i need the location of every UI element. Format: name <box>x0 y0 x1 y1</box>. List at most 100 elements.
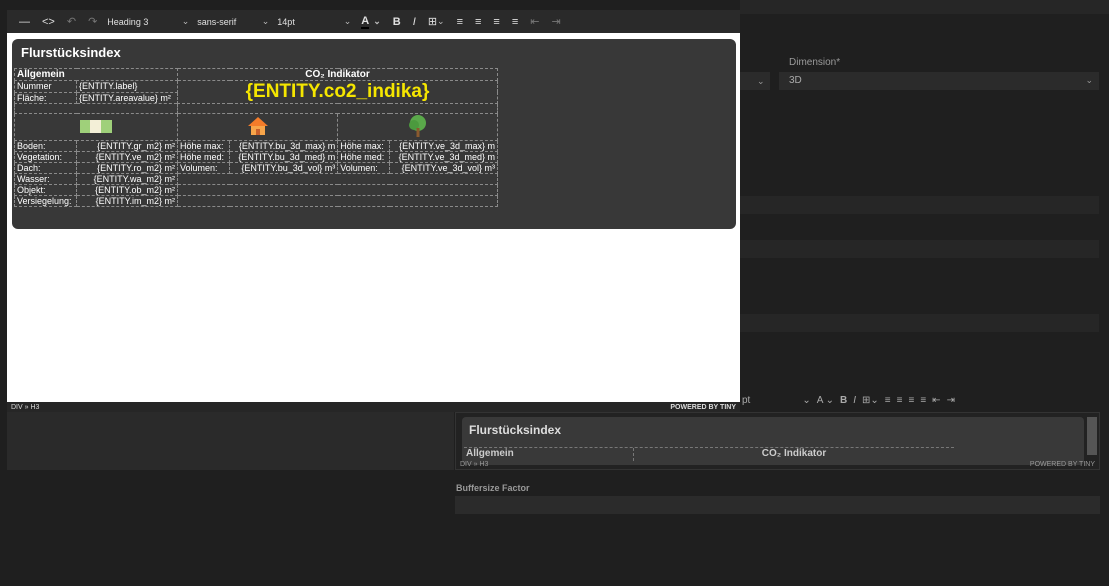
indent-icon[interactable]: ⇥ <box>947 395 955 406</box>
font-family-value: sans-serif <box>197 16 237 27</box>
powered-by-link[interactable]: POWERED BY TINY <box>670 404 736 411</box>
chevron-down-icon: ⌄ <box>181 16 190 26</box>
lower-left-panel <box>7 412 454 470</box>
spacer-cell <box>177 103 498 114</box>
map-icon <box>80 120 112 133</box>
background-field[interactable] <box>740 314 1099 332</box>
empty-cell <box>177 195 498 207</box>
card-title: Flurstücksindex <box>21 45 121 60</box>
mini-general-label: Allgemein <box>464 448 634 461</box>
tree-icon <box>408 115 426 137</box>
table-icon[interactable]: ⊞⌄ <box>422 10 451 33</box>
bold-button[interactable]: B <box>387 10 407 33</box>
block-format-select[interactable]: Heading 3 ⌄ <box>103 10 193 33</box>
row-value: {ENTITY.gr_m2} m² <box>76 140 178 152</box>
building-value: {ENTITY.bu_3d_max} m <box>229 140 339 152</box>
row-label: Versiegelung: <box>13 195 78 207</box>
align-justify-icon[interactable]: ≡ <box>506 10 524 33</box>
vegetation-value: {ENTITY.ve_3d_med} m <box>389 151 498 163</box>
section-general: Allgemein <box>14 68 178 81</box>
outdent-icon[interactable]: ⇤ <box>524 10 545 33</box>
block-format-value: Heading 3 <box>107 16 149 27</box>
house-icon-cell <box>176 113 339 141</box>
align-left-icon[interactable]: ≡ <box>885 395 891 406</box>
row-value: {ENTITY.wa_m2} m² <box>76 173 178 185</box>
mini-powered-by[interactable]: POWERED BY TINY <box>1030 461 1095 471</box>
flurstuecksindex-card: Flurstücksindex Allgemein CO₂ Indikator … <box>12 39 736 229</box>
buffersize-label: Buffersize Factor <box>456 483 530 493</box>
editor-toolbar-secondary: pt ⌄ A ⌄ B I ⊞⌄ ≡ ≡ ≡ ≡ ⇤ ⇥ <box>740 390 1099 410</box>
chevron-down-icon: ⌄ <box>261 16 270 26</box>
dimension-select[interactable]: 3D ⌄ <box>779 72 1099 90</box>
align-left-icon[interactable]: ≡ <box>451 10 469 33</box>
align-right-icon[interactable]: ≡ <box>908 395 914 406</box>
building-value: {ENTITY.bu_3d_med} m <box>229 151 339 163</box>
vegetation-value: {ENTITY.ve_3d_max} m <box>389 140 498 152</box>
vegetation-label: Höhe max: <box>337 140 391 152</box>
font-size-select[interactable]: pt <box>742 395 750 406</box>
italic-button[interactable]: I <box>407 10 422 33</box>
empty-cell <box>177 184 498 196</box>
dimension-value: 3D <box>789 75 802 86</box>
mini-card-title: Flurstücksindex <box>469 423 562 437</box>
align-center-icon[interactable]: ≡ <box>897 395 903 406</box>
italic-button[interactable]: I <box>853 395 856 406</box>
map-icon-cell <box>14 113 178 141</box>
align-center-icon[interactable]: ≡ <box>469 10 487 33</box>
chevron-down-icon: ⌄ <box>373 16 381 26</box>
chevron-down-icon: ⌄ <box>343 16 352 26</box>
horizontal-line-icon[interactable]: — <box>13 10 36 33</box>
row-label: Boden: <box>13 140 78 152</box>
chevron-down-icon[interactable]: ⌄ <box>802 395 810 406</box>
text-color-button[interactable]: A ⌄ <box>355 10 387 33</box>
element-path[interactable]: DIV » H3 <box>11 404 39 411</box>
building-label: Volumen: <box>176 162 231 174</box>
background-field[interactable] <box>740 196 1099 214</box>
undo-icon[interactable]: ↶ <box>61 10 82 33</box>
chevron-down-icon: ⌄ <box>757 76 765 86</box>
source-code-icon[interactable]: <> <box>36 10 61 33</box>
bold-button[interactable]: B <box>840 395 847 406</box>
mini-table-header: Allgemein CO₂ Indikator <box>464 447 954 461</box>
buffersize-input[interactable] <box>455 496 1100 514</box>
font-family-select[interactable]: sans-serif ⌄ <box>193 10 273 33</box>
vegetation-value: {ENTITY.ve_3d_vol} m³ <box>389 162 498 174</box>
text-color-button[interactable]: A ⌄ <box>817 395 834 406</box>
redo-icon[interactable]: ↷ <box>82 10 103 33</box>
editor-toolbar: — <> ↶ ↷ Heading 3 ⌄ sans-serif ⌄ 14pt ⌄… <box>7 10 740 33</box>
nummer-value: {ENTITY.label} <box>76 80 178 93</box>
editor-content[interactable]: Flurstücksindex Allgemein CO₂ Indikator … <box>7 33 740 402</box>
building-label: Höhe med: <box>176 151 231 163</box>
vegetation-label: Höhe med: <box>337 151 391 163</box>
font-size-select[interactable]: 14pt ⌄ <box>273 10 355 33</box>
vegetation-label: Volumen: <box>337 162 391 174</box>
row-value: {ENTITY.ro_m2} m² <box>76 162 178 174</box>
mini-statusbar: DIV » H3 POWERED BY TINY <box>456 461 1099 471</box>
dimension-label: Dimension* <box>789 57 841 68</box>
tree-icon-cell <box>337 113 498 141</box>
outdent-icon[interactable]: ⇤ <box>932 395 940 406</box>
table-icon[interactable]: ⊞⌄ <box>862 395 879 406</box>
scrollbar[interactable] <box>1087 417 1097 455</box>
secondary-editor[interactable]: Flurstücksindex Allgemein CO₂ Indikator … <box>455 412 1100 470</box>
background-field[interactable] <box>740 240 1099 258</box>
index-table: Allgemein CO₂ Indikator Nummer {ENTITY.l… <box>13 68 498 207</box>
row-value: {ENTITY.ve_m2} m² <box>76 151 178 163</box>
row-label: Wasser: <box>13 173 78 185</box>
building-value: {ENTITY.bu_3d_vol} m³ <box>229 162 339 174</box>
row-label: Vegetation: <box>13 151 78 163</box>
indent-icon[interactable]: ⇥ <box>545 10 566 33</box>
spacer-cell <box>14 103 178 114</box>
align-right-icon[interactable]: ≡ <box>487 10 505 33</box>
flaeche-label: Fläche: <box>13 91 78 104</box>
row-label: Dach: <box>13 162 78 174</box>
text-color-label: A <box>361 14 370 29</box>
background-select[interactable]: ⌄ <box>740 72 770 90</box>
row-label: Objekt: <box>13 184 78 196</box>
rich-text-editor[interactable]: — <> ↶ ↷ Heading 3 ⌄ sans-serif ⌄ 14pt ⌄… <box>7 10 740 412</box>
chevron-down-icon: ⌄ <box>437 16 445 26</box>
flaeche-value: {ENTITY.areavalue} m² <box>76 91 178 104</box>
mini-co2-label: CO₂ Indikator <box>761 448 827 459</box>
align-justify-icon[interactable]: ≡ <box>920 395 926 406</box>
background-gap <box>740 358 1099 384</box>
